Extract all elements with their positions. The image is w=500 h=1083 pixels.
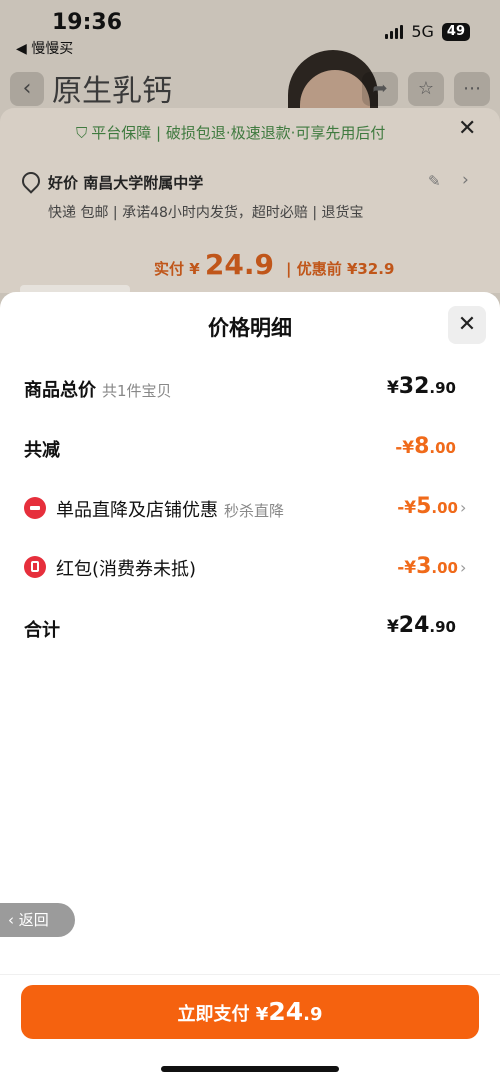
store-discount-amount[interactable]: -¥5.00 bbox=[397, 494, 458, 519]
subtotal-label-text: 商品总价 bbox=[24, 380, 96, 401]
paid-currency: ¥ bbox=[189, 260, 200, 278]
amount-dec: .90 bbox=[429, 618, 456, 636]
amount-dec: .00 bbox=[431, 559, 458, 577]
flash-sale-tag: 秒杀直降 bbox=[224, 502, 285, 520]
back-to-app-link[interactable]: ◀ 慢慢买 bbox=[16, 38, 73, 58]
shield-icon: ⛉ bbox=[76, 123, 88, 142]
paid-value: 24.9 bbox=[204, 248, 275, 281]
item-count: 共1件宝贝 bbox=[102, 382, 172, 400]
status-icons: 5G 49 bbox=[385, 22, 470, 41]
subtotal-label: 商品总价 共1件宝贝 bbox=[24, 376, 172, 402]
store-discount-label[interactable]: 单品直降及店铺优惠 秒杀直降 bbox=[56, 496, 284, 522]
delivery-address[interactable]: 好价 南昌大学附属中学 bbox=[48, 172, 203, 193]
amount-int: 3 bbox=[416, 554, 432, 579]
before-discount: | 优惠前 ¥32.9 bbox=[286, 258, 394, 279]
battery-icon: 49 bbox=[441, 22, 470, 41]
platform-guarantee[interactable]: ⛉ 平台保障 | 破损包退·极速退款·可享先用后付 bbox=[76, 122, 385, 143]
total-discount-label: 共减 bbox=[24, 440, 60, 461]
paid-amount: 实付 ¥ 24.9 bbox=[154, 248, 274, 281]
paid-label: 实付 bbox=[154, 260, 185, 278]
store-discount-text: 单品直降及店铺优惠 bbox=[56, 500, 218, 521]
grand-total-label: 合计 bbox=[24, 620, 60, 641]
share-icon[interactable]: ➦ bbox=[362, 72, 398, 106]
pay-currency: ¥ bbox=[255, 1004, 269, 1025]
currency: ¥ bbox=[386, 378, 399, 398]
red-packet-icon bbox=[24, 556, 46, 578]
star-icon[interactable]: ☆ bbox=[408, 72, 444, 106]
amount-int: 8 bbox=[414, 434, 430, 459]
currency: -¥ bbox=[395, 438, 415, 458]
chevron-right-icon[interactable]: › bbox=[460, 558, 466, 577]
pay-label: 立即支付 bbox=[177, 1004, 250, 1025]
currency: ¥ bbox=[386, 617, 399, 637]
currency: -¥ bbox=[397, 558, 417, 578]
pay-amount-dec: .9 bbox=[303, 1004, 323, 1025]
total-discount-amount: -¥8.00 bbox=[395, 434, 456, 459]
close-icon[interactable]: ✕ bbox=[458, 116, 476, 141]
home-indicator bbox=[161, 1066, 339, 1072]
price-detail-sheet bbox=[0, 292, 500, 1082]
network-type: 5G bbox=[411, 22, 434, 41]
currency: -¥ bbox=[397, 498, 417, 518]
pay-amount: 24 bbox=[268, 997, 304, 1026]
edit-icon[interactable]: ✎ bbox=[428, 172, 441, 190]
discount-icon bbox=[24, 497, 46, 519]
delivery-info: 快递 包邮 | 承诺48小时内发货，超时必赔 | 退货宝 bbox=[48, 205, 364, 221]
sheet-title: 价格明细 bbox=[208, 316, 292, 340]
pay-now-button[interactable]: 立即支付 ¥24.9 bbox=[21, 985, 479, 1039]
amount-dec: .90 bbox=[429, 379, 456, 397]
subtotal-amount: ¥32.90 bbox=[387, 374, 456, 399]
chevron-right-icon[interactable]: › bbox=[460, 498, 466, 517]
return-button[interactable]: ‹ 返回 bbox=[0, 903, 75, 937]
more-icon[interactable]: ⋯ bbox=[454, 72, 490, 106]
red-packet-amount[interactable]: -¥3.00 bbox=[397, 554, 458, 579]
grand-total-amount: ¥24.90 bbox=[387, 613, 456, 638]
amount-dec: .00 bbox=[429, 439, 456, 457]
guarantee-text: 平台保障 | 破损包退·极速退款·可享先用后付 bbox=[91, 124, 386, 142]
amount-dec: .00 bbox=[431, 499, 458, 517]
chevron-right-icon[interactable]: › bbox=[462, 170, 469, 190]
close-sheet-button[interactable]: ✕ bbox=[448, 306, 486, 344]
amount-int: 5 bbox=[416, 494, 432, 519]
red-packet-label[interactable]: 红包(消费券未抵) bbox=[56, 555, 196, 581]
amount-int: 24 bbox=[398, 613, 430, 638]
before-value: ¥32.9 bbox=[346, 260, 395, 278]
amount-int: 32 bbox=[398, 374, 430, 399]
status-time: 19:36 bbox=[52, 10, 123, 35]
signal-icon bbox=[385, 24, 404, 39]
back-arrow-icon[interactable]: ‹ bbox=[10, 72, 44, 106]
product-title: 原生乳钙 bbox=[52, 74, 172, 109]
chevron-left-icon: ‹ bbox=[8, 911, 14, 929]
return-label: 返回 bbox=[18, 911, 49, 929]
before-label: | 优惠前 bbox=[286, 260, 342, 278]
